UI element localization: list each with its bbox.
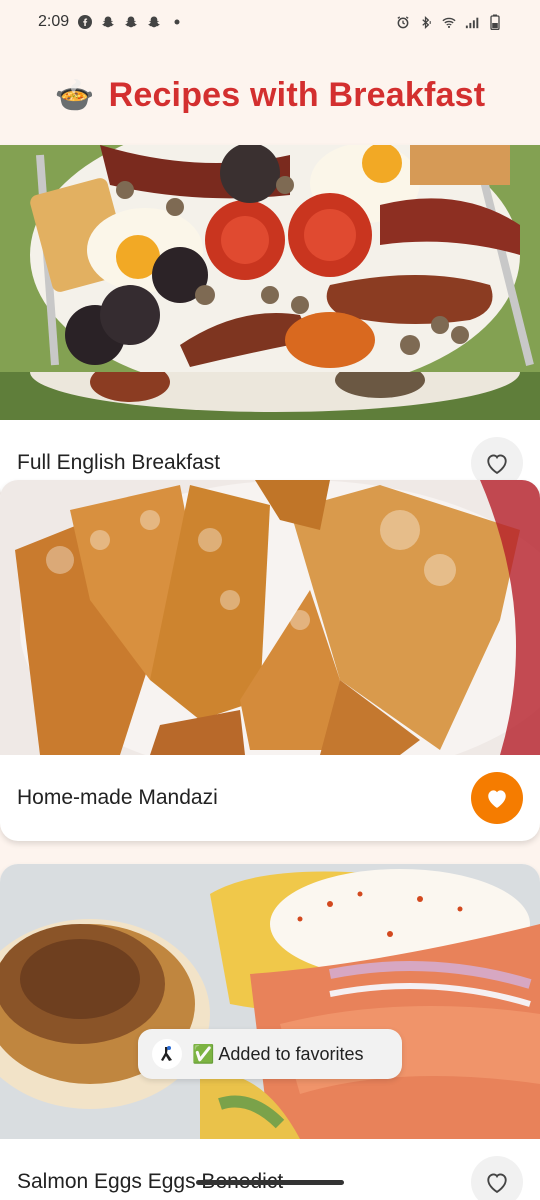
facebook-icon [78, 15, 93, 29]
app-header: 🍲 Recipes with Breakfast [0, 60, 540, 130]
recipe-image[interactable] [0, 864, 540, 1139]
bluetooth-icon [419, 15, 433, 29]
recipe-card[interactable]: Full English Breakfast [0, 145, 540, 506]
favorite-button[interactable] [471, 1156, 523, 1200]
alarm-icon [396, 15, 410, 29]
dot-icon [170, 15, 184, 29]
heart-outline-icon [487, 1173, 507, 1194]
gesture-nav-handle[interactable] [196, 1180, 344, 1185]
toast-notification: ✅ Added to favorites [138, 1029, 402, 1079]
page-title: Recipes with Breakfast [108, 75, 486, 114]
recipe-image[interactable] [0, 480, 540, 755]
wifi-icon [442, 15, 456, 29]
cooking-pot-icon: 🍲 [54, 77, 95, 113]
heart-outline-icon [487, 454, 507, 475]
recipe-card[interactable]: Home-made Mandazi [0, 480, 540, 841]
battery-icon [488, 14, 502, 30]
app-icon [152, 1039, 182, 1069]
status-time: 2:09 [38, 13, 70, 30]
favorite-button[interactable] [471, 772, 523, 824]
recipe-title[interactable]: Full English Breakfast [17, 451, 220, 475]
recipe-title[interactable]: Home-made Mandazi [17, 786, 218, 810]
heart-filled-icon [488, 790, 506, 808]
snapchat-icon [147, 15, 161, 29]
recipe-image[interactable] [0, 145, 540, 420]
toast-message: ✅ Added to favorites [192, 1043, 364, 1064]
signal-icon [465, 15, 479, 29]
snapchat-icon [101, 15, 115, 29]
snapchat-icon [124, 15, 138, 29]
status-bar: 2:09 [0, 0, 540, 44]
